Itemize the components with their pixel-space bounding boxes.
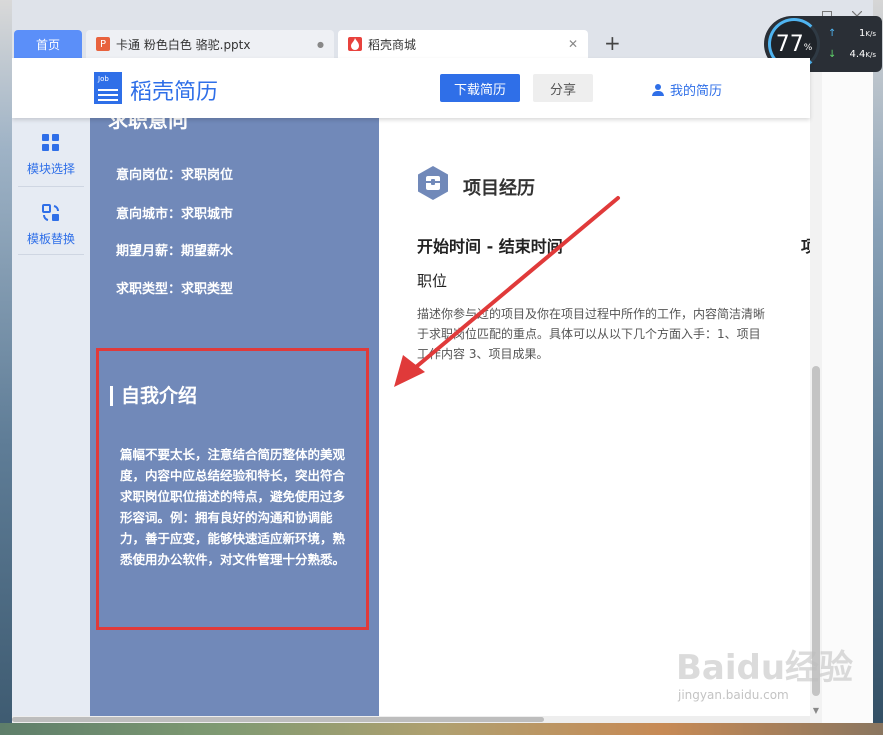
- time-range[interactable]: 开始时间 - 结束时间: [417, 233, 563, 257]
- desktop-left-edge: [0, 0, 12, 735]
- download-value: 4.4: [849, 49, 866, 60]
- horizontal-scroll-thumb[interactable]: [12, 717, 544, 722]
- my-resume-link[interactable]: 我的简历: [652, 80, 722, 99]
- intended-position[interactable]: 意向岗位：求职岗位: [116, 164, 233, 183]
- tab-docer-label: 稻壳商城: [368, 37, 417, 52]
- expected-salary[interactable]: 期望月薪：期望薪水: [116, 240, 233, 259]
- template-replace-button[interactable]: 模板替换: [12, 202, 90, 247]
- project-experience-title[interactable]: 项目经历: [463, 174, 535, 200]
- tab-docer-mall[interactable]: 稻壳商城 ✕: [338, 30, 588, 58]
- share-button[interactable]: 分享: [533, 74, 593, 102]
- pptx-icon: P: [96, 37, 110, 51]
- left-toolbar: 模块选择 模板替换: [12, 118, 90, 723]
- upload-speed: ↑ 1K/s: [828, 28, 880, 39]
- desktop-bottom-edge: [0, 723, 883, 735]
- logo-small-text: Job: [98, 75, 109, 83]
- module-select-button[interactable]: 模块选择: [12, 132, 90, 177]
- swap-icon: [40, 202, 62, 224]
- download-unit: K/s: [865, 51, 876, 59]
- project-section-icon: [417, 166, 449, 200]
- docer-flame-icon: [348, 37, 362, 51]
- job-type[interactable]: 求职类型：求职类型: [116, 278, 233, 297]
- window-right-margin: [822, 58, 873, 723]
- docer-logo-icon: Job: [94, 72, 122, 104]
- annotation-highlight-box: [96, 348, 369, 630]
- baidu-watermark-url: jingyan.baidu.com: [678, 688, 789, 702]
- gauge-percent: 77: [775, 31, 804, 57]
- upload-unit: K/s: [865, 30, 876, 38]
- logo-text: 稻壳简历: [130, 80, 219, 105]
- upload-arrow-icon: ↑: [828, 28, 837, 39]
- resume-right-column: 项目经历 开始时间 - 结束时间 项 职位 描述你参与过的项目及你在项目过程中所…: [379, 118, 810, 723]
- tab-home[interactable]: 首页: [14, 30, 82, 58]
- new-tab-button[interactable]: +: [604, 31, 621, 55]
- gauge-unit: %: [803, 43, 813, 53]
- tab-pptx-label: 卡通 粉色白色 骆驼.pptx: [116, 37, 251, 52]
- grid-icon: [40, 132, 62, 154]
- browser-window: 首页 P 卡通 粉色白色 骆驼.pptx ● 稻壳商城 ✕ + Job 稻壳简历…: [12, 0, 873, 723]
- tab-dot-icon: ●: [317, 39, 324, 49]
- download-resume-button[interactable]: 下载简历: [440, 74, 520, 102]
- template-replace-label: 模板替换: [26, 232, 75, 246]
- tab-bar: 首页 P 卡通 粉色白色 骆驼.pptx ● 稻壳商城 ✕ +: [12, 0, 873, 58]
- description-line: 工作内容 3、项目成果。: [417, 347, 549, 361]
- description-line: 描述你参与过的项目及你在项目过程中所作的工作，内容简洁清晰: [417, 307, 766, 321]
- description-line: 于求职岗位匹配的重点。具体可以从以下几个方面入手：1、项目: [417, 327, 761, 341]
- module-select-label: 模块选择: [26, 162, 75, 176]
- download-arrow-icon: ↓: [828, 49, 837, 60]
- intended-city[interactable]: 意向城市：求职城市: [116, 203, 233, 222]
- sidebar-divider: [18, 186, 84, 187]
- app-header: Job 稻壳简历 下载简历 分享 我的简历: [12, 58, 810, 118]
- my-resume-label: 我的简历: [670, 84, 723, 99]
- user-icon: [652, 83, 664, 96]
- scroll-down-icon[interactable]: ▼: [810, 706, 822, 715]
- baidu-watermark: Baidu经验: [676, 648, 854, 688]
- sidebar-divider: [18, 254, 84, 255]
- project-name-truncated[interactable]: 项: [801, 233, 810, 257]
- download-speed: ↓ 4.4K/s: [828, 49, 880, 60]
- project-description[interactable]: 描述你参与过的项目及你在项目过程中所作的工作，内容简洁清晰 于求职岗位匹配的重点…: [417, 304, 810, 364]
- desktop-right-edge: [873, 0, 883, 735]
- position-label[interactable]: 职位: [417, 270, 447, 291]
- tab-pptx[interactable]: P 卡通 粉色白色 骆驼.pptx ●: [86, 30, 334, 58]
- tab-close-icon[interactable]: ✕: [568, 37, 578, 51]
